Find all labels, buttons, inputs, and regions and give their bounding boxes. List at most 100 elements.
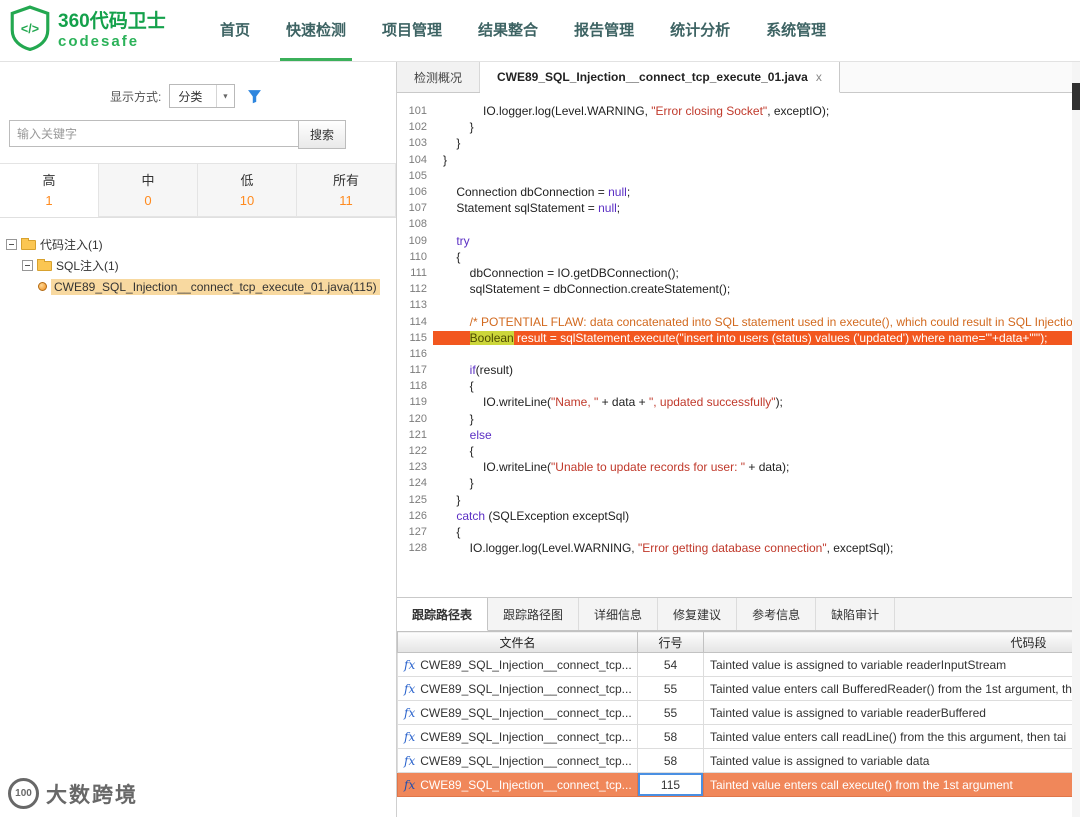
line-number-cell: 54 [637, 652, 704, 677]
nav-item[interactable]: 系统管理 [760, 0, 832, 61]
severity-tab[interactable]: 中0 [98, 163, 198, 217]
code-line[interactable]: 120 } [397, 411, 1080, 427]
function-icon: fx [404, 705, 416, 720]
column-header[interactable]: 代码段 [703, 631, 1080, 653]
folder-icon [21, 237, 36, 250]
trace-tab[interactable]: 跟踪路径表 [397, 598, 489, 631]
code-line[interactable]: 110 { [397, 249, 1080, 265]
code-line[interactable]: 103 } [397, 135, 1080, 151]
file-tab[interactable]: CWE89_SQL_Injection__connect_tcp_execute… [480, 62, 840, 93]
code-line[interactable]: 112 sqlStatement = dbConnection.createSt… [397, 281, 1080, 297]
severity-tab[interactable]: 所有 11 [296, 163, 396, 217]
line-number: 108 [408, 218, 427, 231]
display-mode-select[interactable]: 分类 [169, 84, 236, 108]
nav-item[interactable]: 统计分析 [664, 0, 736, 61]
tree-item[interactable]: 代码注入(1) [6, 234, 390, 255]
severity-tab[interactable]: 低 10 [197, 163, 297, 217]
code-line[interactable]: 128 IO.logger.log(Level.WARNING, "Error … [397, 540, 1080, 556]
tree-item[interactable]: SQL注入(1) [6, 255, 390, 276]
line-number: 112 [409, 283, 427, 296]
code-line[interactable]: 108 [397, 216, 1080, 232]
column-header[interactable]: 文件名 [397, 631, 638, 653]
trace-panel: 跟踪路径表 跟踪路径图 详细信息 修复建议 参考信息 缺陷审计 文件名 行号 代码段 fx CW… [397, 597, 1080, 817]
code-line[interactable]: 101 IO.logger.log(Level.WARNING, "Error … [397, 103, 1080, 119]
nav-item[interactable]: 项目管理 [376, 0, 448, 61]
code-line[interactable]: 107 Statement sqlStatement = null; [397, 200, 1080, 216]
nav-item[interactable]: 结果整合 [472, 0, 544, 61]
line-number: 105 [408, 169, 427, 182]
code-line[interactable]: 109 try [397, 233, 1080, 249]
file-name-cell: fx CWE89_SQL_Injection__connect_tcp... [397, 700, 638, 725]
search-input[interactable] [9, 120, 299, 147]
code-line[interactable]: 122 { [397, 443, 1080, 459]
severity-label: 所有 [332, 173, 359, 188]
trace-tab[interactable]: 缺陷审计 [816, 598, 896, 630]
file-tab-bar: 检测概况 CWE89_SQL_Injection__connect_tcp_exe… [397, 62, 1080, 93]
code-line[interactable]: 126 catch (SQLException exceptSql) [397, 508, 1080, 524]
code-line[interactable]: 102 } [397, 119, 1080, 135]
code-line[interactable]: 115 Boolean result = sqlStatement.execut… [397, 330, 1080, 346]
line-number: 124 [408, 477, 427, 490]
code-line[interactable]: 123 IO.writeLine("Unable to update recor… [397, 459, 1080, 475]
search-button[interactable]: 搜索 [298, 120, 346, 149]
scrollbar-thumb[interactable] [1072, 83, 1080, 110]
table-row[interactable]: fx CWE89_SQL_Injection__connect_tcp... 115… [397, 772, 1080, 797]
code-line[interactable]: 116 [397, 346, 1080, 362]
code-line[interactable]: 114 /* POTENTIAL FLAW: data concatenated… [397, 313, 1080, 329]
code-line[interactable]: 106 Connection dbConnection = null; [397, 184, 1080, 200]
trace-tab[interactable]: 详细信息 [579, 598, 659, 630]
line-number: 127 [408, 525, 427, 538]
code-line[interactable]: 119 IO.writeLine("Name, " + data + ", up… [397, 394, 1080, 410]
code-line[interactable]: 117 if(result) [397, 362, 1080, 378]
file-tab[interactable]: 检测概况 [397, 62, 481, 92]
line-number: 118 [409, 380, 427, 393]
code-line[interactable]: 105 [397, 168, 1080, 184]
code-segment-cell: Tainted value enters call execute() from… [703, 772, 1080, 797]
trace-tab[interactable]: 修复建议 [658, 598, 738, 630]
file-name-text: CWE89_SQL_Injection__connect_tcp... [420, 705, 632, 720]
table-row[interactable]: fx CWE89_SQL_Injection__connect_tcp... 58 T… [397, 748, 1080, 773]
code-text: } [456, 492, 461, 507]
nav-item[interactable]: 快速检测 [280, 0, 353, 61]
table-row[interactable]: fx CWE89_SQL_Injection__connect_tcp... 55 T… [397, 700, 1080, 725]
line-number: 120 [408, 412, 427, 425]
nav-item[interactable]: 报告管理 [568, 0, 640, 61]
line-number: 107 [408, 202, 427, 215]
tree-item-label: 代码注入(1) [40, 238, 103, 252]
code-line[interactable]: 124 } [397, 475, 1080, 491]
line-number: 119 [409, 396, 427, 409]
expander-minus-icon[interactable] [22, 260, 33, 271]
search-row: 搜索 [9, 120, 346, 149]
code-line[interactable]: 125 } [397, 492, 1080, 508]
code-line[interactable]: 111 dbConnection = IO.getDBConnection(); [397, 265, 1080, 281]
trace-tab[interactable]: 跟踪路径图 [488, 598, 580, 630]
close-icon[interactable]: x [816, 70, 822, 84]
column-header[interactable]: 行号 [637, 631, 704, 653]
code-segment-cell: Tainted value is assigned to variable re… [703, 652, 1080, 677]
code-line[interactable]: 118 { [397, 378, 1080, 394]
code-line[interactable]: 127 { [397, 524, 1080, 540]
table-row[interactable]: fx CWE89_SQL_Injection__connect_tcp... 58 T… [397, 724, 1080, 749]
defect-tree: 代码注入(1) SQL注入(1) CWE89_SQL_Injection__conn… [0, 218, 396, 313]
filter-icon[interactable] [247, 89, 262, 104]
line-number: 104 [408, 153, 427, 166]
code-text: } [469, 120, 474, 135]
code-text: /* POTENTIAL FLAW: data concatenated int… [469, 314, 1080, 329]
table-row[interactable]: fx CWE89_SQL_Injection__connect_tcp... 55 T… [397, 676, 1080, 701]
trace-tab[interactable]: 参考信息 [737, 598, 817, 630]
line-number: 113 [409, 299, 427, 312]
code-line[interactable]: 104} [397, 152, 1080, 168]
expander-minus-icon[interactable] [6, 239, 17, 250]
line-number: 109 [408, 234, 427, 247]
code-segment-cell: Tainted value enters call readLine() fro… [703, 724, 1080, 749]
severity-label: 高 [42, 173, 56, 188]
nav-item[interactable]: 首页 [214, 0, 256, 61]
code-line[interactable]: 113 [397, 297, 1080, 313]
table-row[interactable]: fx CWE89_SQL_Injection__connect_tcp... 54 T… [397, 652, 1080, 677]
logo-title: 360代码卫士 [58, 10, 166, 32]
vertical-scrollbar[interactable] [1072, 62, 1080, 817]
severity-tab[interactable]: 高1 [0, 163, 99, 217]
file-name-text: CWE89_SQL_Injection__connect_tcp... [420, 729, 632, 744]
tree-item[interactable]: CWE89_SQL_Injection__connect_tcp_execute… [6, 276, 390, 297]
code-line[interactable]: 121 else [397, 427, 1080, 443]
